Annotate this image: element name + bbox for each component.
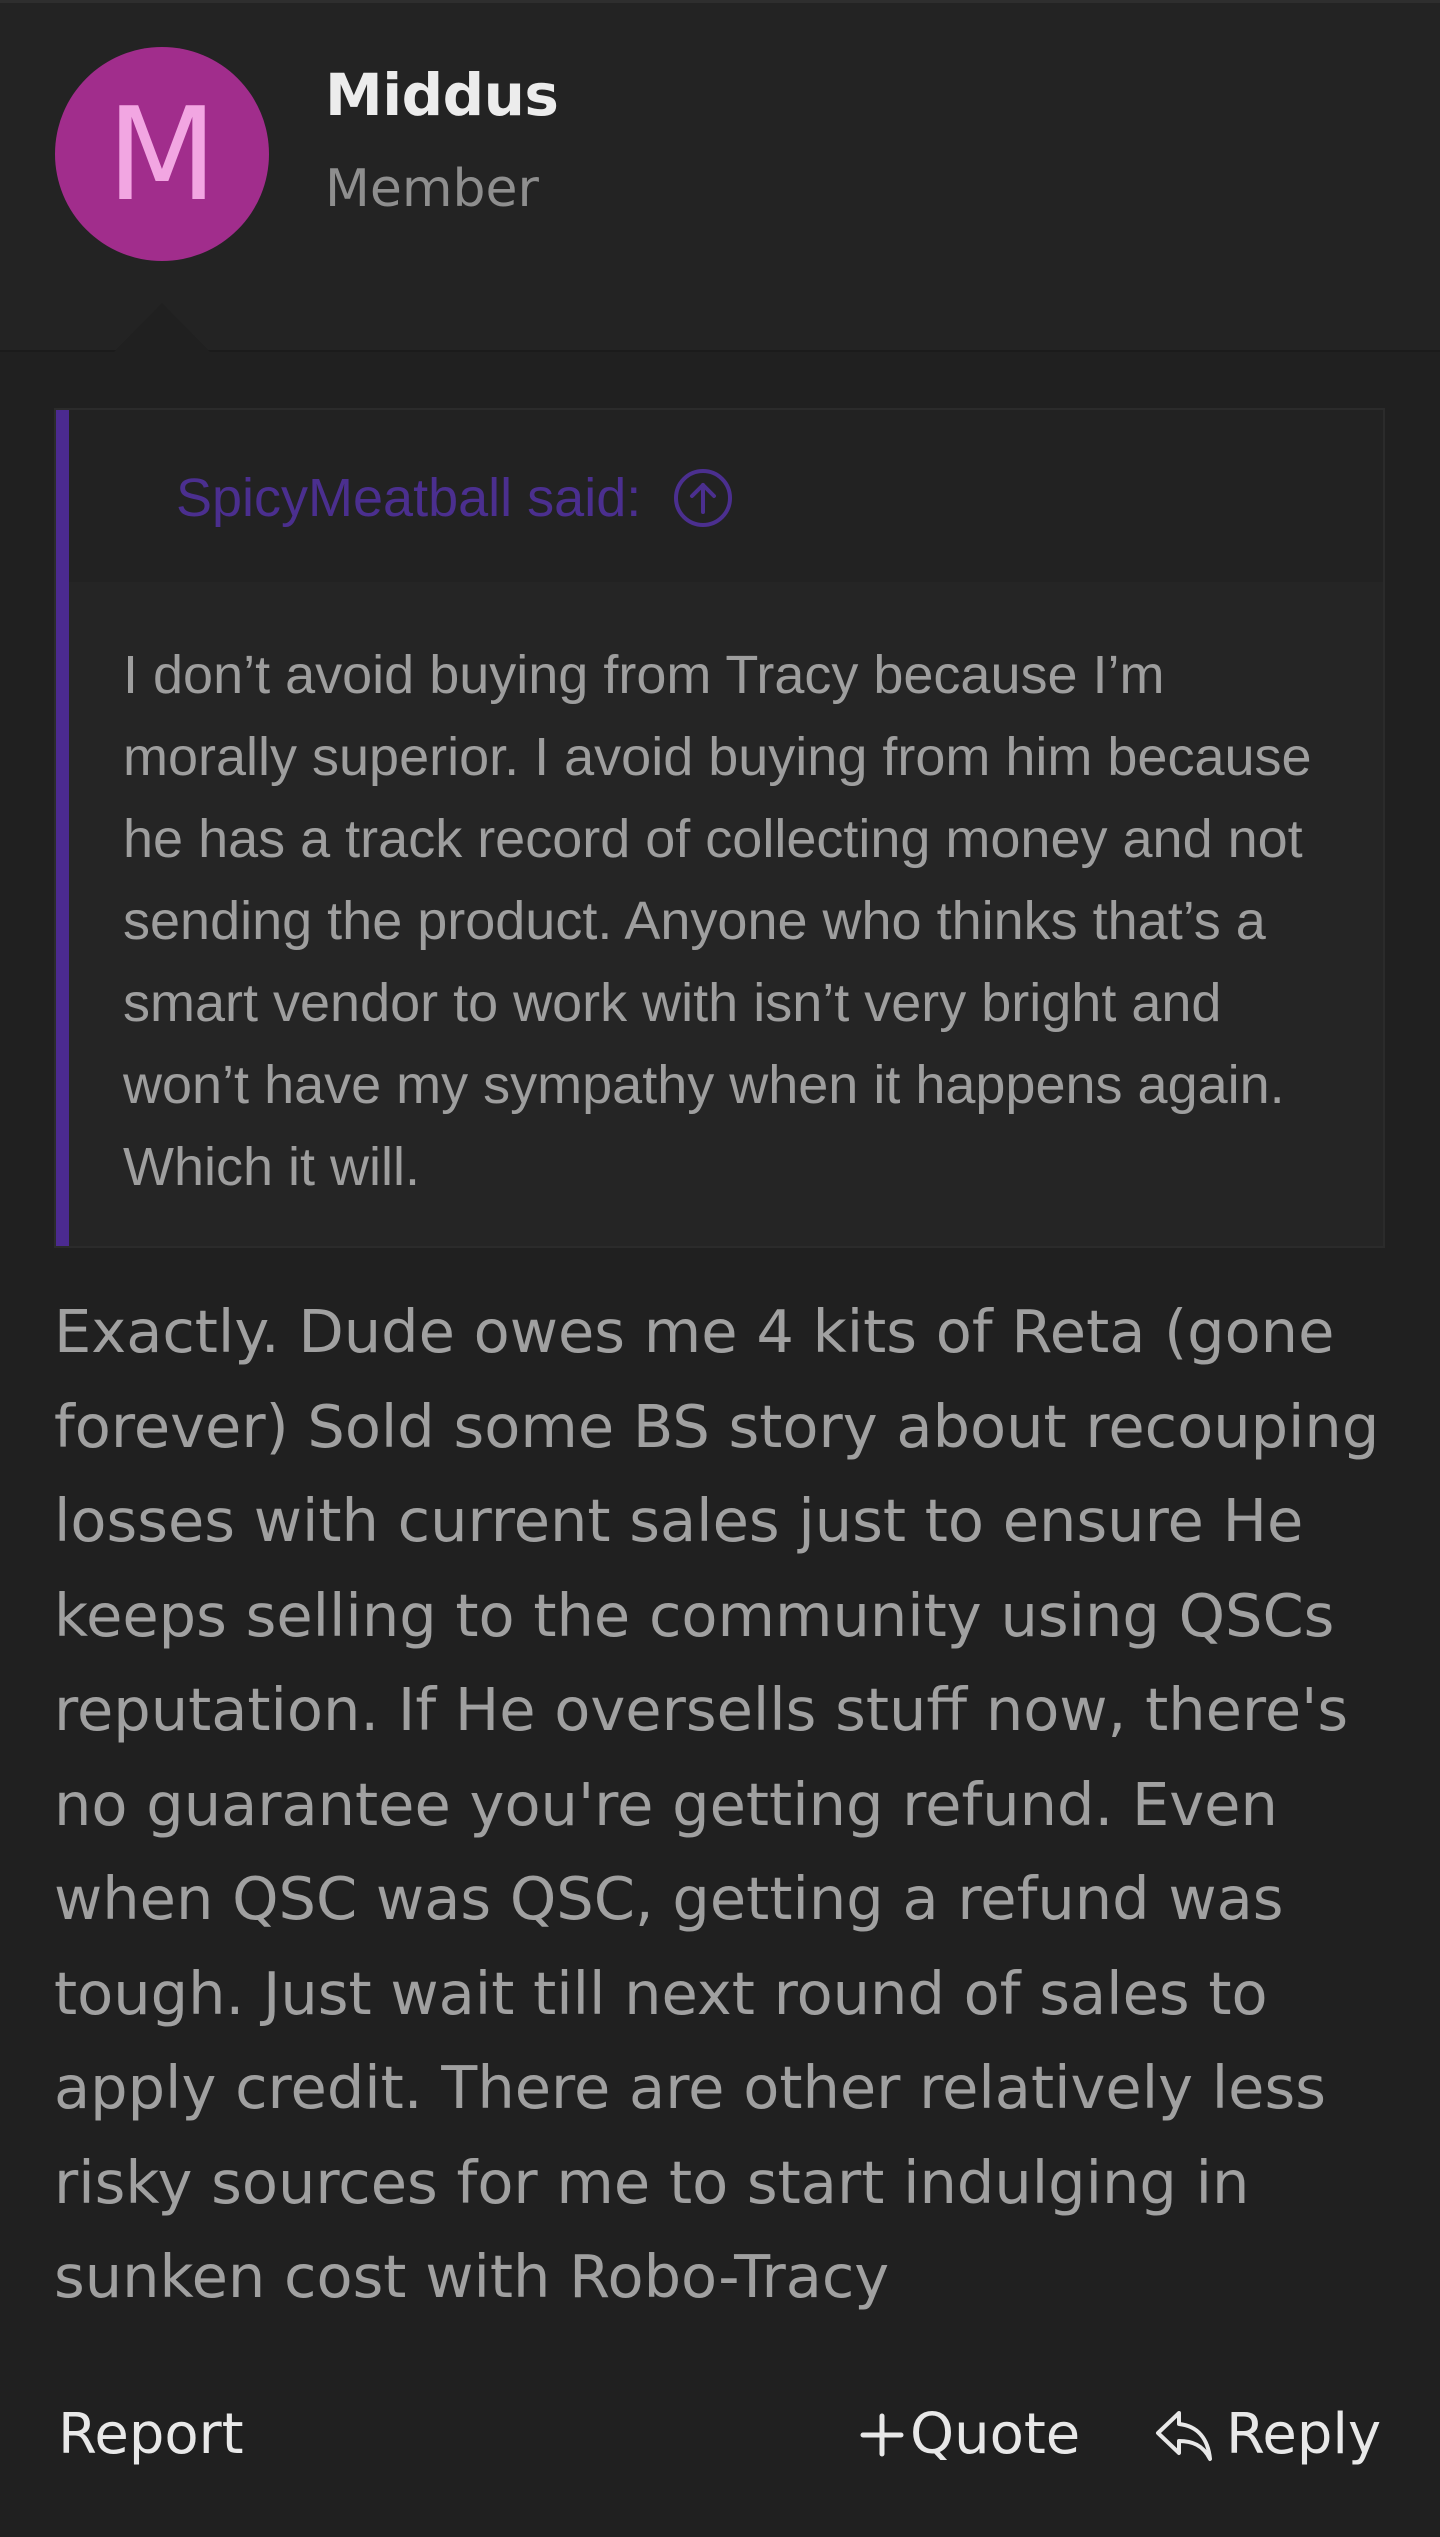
report-label: Report — [58, 2402, 244, 2467]
reply-button[interactable]: Reply — [1154, 2395, 1381, 2475]
avatar-letter: M — [106, 81, 218, 230]
message-body: Exactly. Dude owes me 4 kits of Reta (go… — [54, 1297, 1380, 2311]
post-actions: Report Quote Reply — [0, 2395, 1440, 2475]
quote-text: I don’t avoid buying from Tracy because … — [123, 645, 1312, 1197]
quote-label: Quote — [910, 2402, 1081, 2467]
post-header: M Middus Member — [0, 3, 1440, 353]
quote-accent-bar — [56, 410, 69, 1246]
arrow-up-circle-icon[interactable] — [673, 468, 733, 528]
quote-header: SpicyMeatball said: — [69, 410, 1383, 582]
plus-icon — [860, 2413, 904, 2457]
quote-block: SpicyMeatball said: I don’t avoid buying… — [54, 408, 1385, 1248]
report-button[interactable]: Report — [58, 2395, 244, 2475]
quote-author-label: SpicyMeatball said: — [176, 468, 642, 528]
avatar[interactable]: M — [55, 47, 269, 261]
quote-button[interactable]: Quote — [860, 2395, 1080, 2475]
username-link[interactable]: Middus — [325, 61, 559, 129]
header-pointer — [113, 303, 211, 353]
quote-author-link[interactable]: SpicyMeatball said: — [176, 467, 733, 529]
reply-arrow-icon — [1156, 2411, 1212, 2461]
reply-label: Reply — [1226, 2402, 1382, 2467]
user-title: Member — [325, 159, 539, 219]
